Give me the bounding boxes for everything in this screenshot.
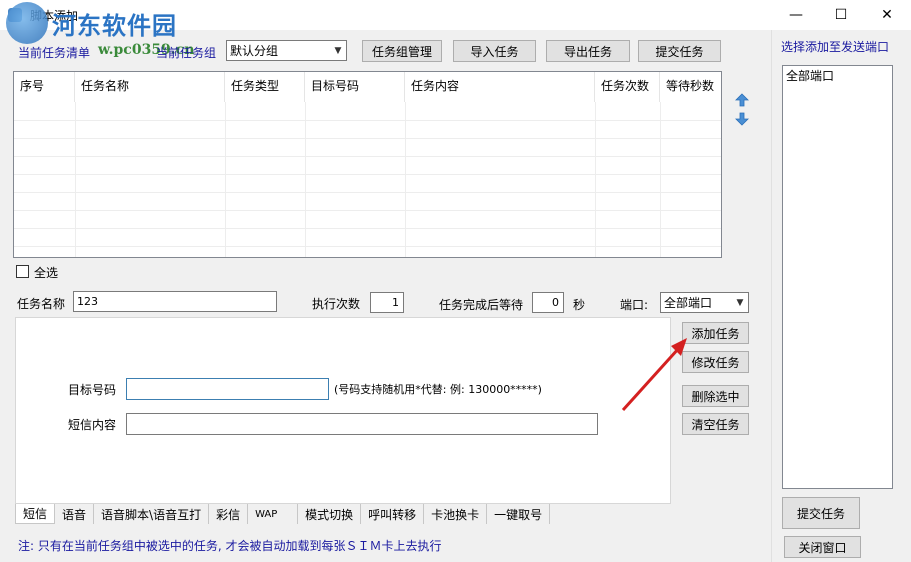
table-row — [14, 138, 721, 139]
footer-note: 注: 只有在当前任务组中被选中的任务, 才会被自动加载到每张ＳＩＭ卡上去执行 — [18, 539, 442, 553]
table-divider — [305, 102, 306, 257]
task-type-tabs: 短信 语音 语音脚本\语音互打 彩信 WAP 模式切换 呼叫转移 卡池换卡 一键… — [15, 504, 551, 524]
task-group-manage-button[interactable]: 任务组管理 — [362, 40, 442, 62]
table-row — [14, 192, 721, 193]
column-header[interactable]: 任务名称 — [75, 72, 225, 102]
tab-sms[interactable]: 短信 — [15, 504, 56, 524]
table-divider — [660, 102, 661, 257]
sms-content-input[interactable] — [126, 413, 598, 435]
clear-tasks-button[interactable]: 清空任务 — [682, 413, 749, 435]
sms-content-label: 短信内容 — [68, 418, 117, 432]
current-list-label: 当前任务清单 — [18, 46, 91, 60]
table-divider — [595, 102, 596, 257]
select-all-label: 全选 — [34, 266, 59, 280]
wait-seconds-input[interactable]: 0 — [532, 292, 564, 313]
task-table[interactable]: 序号 任务名称 任务类型 目标号码 任务内容 任务次数 等待秒数 — [13, 71, 722, 258]
watermark-text: 河东软件园 — [52, 11, 177, 40]
select-all-checkbox[interactable] — [16, 265, 29, 278]
task-name-label: 任务名称 — [17, 297, 66, 311]
export-tasks-button[interactable]: 导出任务 — [546, 40, 630, 62]
table-row — [14, 156, 721, 157]
tab-voice-script[interactable]: 语音脚本\语音互打 — [94, 504, 210, 524]
port-select[interactable]: 全部端口 ▼ — [660, 292, 749, 313]
table-divider — [75, 102, 76, 257]
column-header[interactable]: 任务次数 — [595, 72, 660, 102]
chevron-down-icon: ▼ — [334, 45, 342, 56]
move-down-icon[interactable] — [734, 111, 750, 127]
watermark-logo-icon — [6, 2, 48, 44]
port-list[interactable]: 全部端口 — [782, 65, 893, 489]
column-header[interactable]: 等待秒数 — [660, 72, 721, 102]
close-button[interactable]: ✕ — [864, 0, 910, 30]
port-list-title: 选择添加至发送端口 — [781, 40, 890, 54]
maximize-button[interactable]: ☐ — [818, 0, 864, 30]
table-divider — [405, 102, 406, 257]
annotation-arrow-icon — [621, 338, 687, 412]
chevron-down-icon: ▼ — [736, 297, 744, 308]
target-number-label: 目标号码 — [68, 383, 117, 397]
table-row — [14, 246, 721, 247]
tab-wap[interactable]: WAP — [248, 504, 299, 524]
column-header[interactable]: 任务内容 — [405, 72, 595, 102]
column-header[interactable]: 任务类型 — [225, 72, 305, 102]
exec-count-label: 执行次数 — [312, 297, 361, 311]
minimize-button[interactable]: — — [773, 0, 819, 30]
tab-call-forward[interactable]: 呼叫转移 — [361, 504, 425, 524]
table-row — [14, 174, 721, 175]
port-label: 端口: — [620, 298, 649, 312]
close-window-button[interactable]: 关闭窗口 — [784, 536, 861, 558]
tab-sim-pool[interactable]: 卡池换卡 — [424, 504, 488, 524]
group-select[interactable]: 默认分组 ▼ — [226, 40, 347, 61]
group-select-value: 默认分组 — [230, 44, 279, 58]
port-select-value: 全部端口 — [664, 296, 713, 310]
task-name-input[interactable]: 123 — [73, 291, 277, 312]
table-row — [14, 210, 721, 211]
list-item[interactable]: 全部端口 — [783, 66, 892, 85]
sms-panel — [15, 317, 671, 504]
right-submit-button[interactable]: 提交任务 — [782, 497, 860, 529]
tab-mms[interactable]: 彩信 — [209, 504, 249, 524]
seconds-unit-label: 秒 — [573, 298, 586, 312]
table-row — [14, 228, 721, 229]
wait-after-label: 任务完成后等待 — [439, 298, 524, 312]
table-row — [14, 120, 721, 121]
exec-count-input[interactable]: 1 — [370, 292, 404, 313]
table-divider — [225, 102, 226, 257]
tab-mode-switch[interactable]: 模式切换 — [298, 504, 362, 524]
current-group-label: 当前任务组 — [156, 46, 217, 60]
import-tasks-button[interactable]: 导入任务 — [453, 40, 536, 62]
target-number-hint: (号码支持随机用*代替: 例: 130000*****) — [334, 383, 542, 396]
target-number-input[interactable] — [126, 378, 329, 400]
column-header[interactable]: 序号 — [14, 72, 75, 102]
move-up-icon[interactable] — [734, 92, 750, 108]
column-header[interactable]: 目标号码 — [305, 72, 405, 102]
tab-voice[interactable]: 语音 — [55, 504, 95, 524]
submit-tasks-button[interactable]: 提交任务 — [638, 40, 721, 62]
table-header: 序号 任务名称 任务类型 目标号码 任务内容 任务次数 等待秒数 — [14, 72, 721, 102]
tab-get-number[interactable]: 一键取号 — [487, 504, 551, 524]
